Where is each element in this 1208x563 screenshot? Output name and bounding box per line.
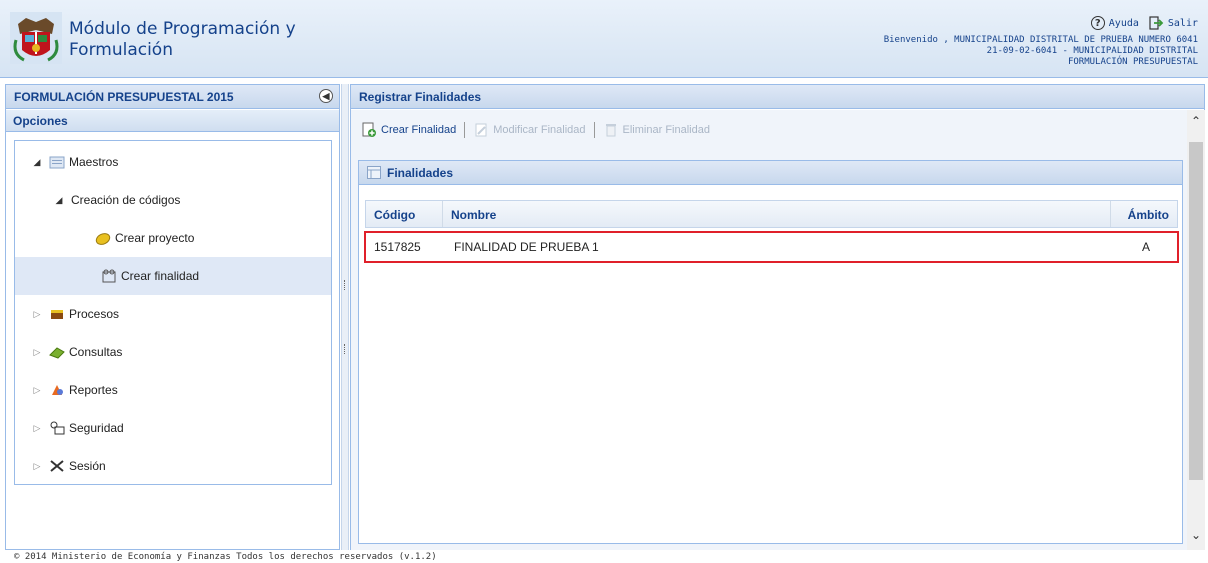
tree-label-sesion: Sesión [69,459,106,473]
help-icon: ? [1090,16,1105,30]
vertical-scrollbar[interactable]: ⌃ ⌄ [1187,110,1205,550]
sesion-tools-icon [50,460,64,472]
panel-splitter[interactable] [341,84,349,550]
tree-label-reportes: Reportes [69,383,118,397]
trash-icon [605,124,616,137]
exit-link[interactable]: Salir [1149,16,1198,30]
stage-text: FORMULACIÓN PRESUPUESTAL [1067,57,1198,67]
main-panel: Registrar Finalidades Crear Finalidad Mo… [350,84,1205,550]
toolbar-separator [593,122,595,138]
navigation-panel-title: FORMULACIÓN PRESUPUESTAL 2015 [14,90,234,104]
exit-label: Salir [1167,17,1198,29]
navigation-panel-header: FORMULACIÓN PRESUPUESTAL 2015 ◀ [6,85,339,109]
main-content: Crear Finalidad Modificar Finalidad Elim… [351,110,1187,550]
grid-icon [367,166,381,179]
collapsed-arrow-icon[interactable]: ▷ [31,309,43,320]
table-row[interactable]: 1517825 FINALIDAD DE PRUEBA 1 A [364,231,1179,263]
column-header-nombre[interactable]: Nombre [443,201,1111,227]
exit-icon [1149,16,1164,30]
cell-nombre: FINALIDAD DE PRUEBA 1 [454,240,599,254]
toolbar: Crear Finalidad Modificar Finalidad Elim… [357,116,1182,144]
expanded-arrow-icon[interactable]: ◢ [31,157,43,168]
finalidades-grid: Finalidades Código Nombre Ámbito 1517825… [358,160,1183,544]
entity-text: 21-09-02-6041 - MUNICIPALIDAD DISTRITAL [986,46,1198,56]
tree-label-consultas: Consultas [69,345,123,359]
grid-title: Finalidades [387,165,454,180]
scrollbar-thumb[interactable] [1189,142,1203,480]
scroll-down-icon[interactable]: ⌄ [1187,528,1205,542]
options-tree: ◢ Maestros ◢ Creación de códigos Crear p… [14,140,332,485]
procesos-icon [51,310,63,319]
tree-label-crear-proyecto: Crear proyecto [115,231,195,245]
collapsed-arrow-icon[interactable]: ▷ [31,423,43,434]
delete-finalidad-label: Eliminar Finalidad [622,124,710,136]
collapsed-arrow-icon[interactable]: ▷ [31,461,43,472]
welcome-text: Bienvenido , MUNICIPALIDAD DISTRITAL DE … [883,35,1198,45]
help-link[interactable]: ? Ayuda [1090,16,1139,30]
tree-label-crear-finalidad: Crear finalidad [121,269,200,283]
splitter-grip [344,280,347,290]
tree-item-crear-proyecto[interactable]: Crear proyecto [15,219,331,257]
grid-header: Finalidades [359,161,1182,185]
modify-finalidad-button[interactable]: Modificar Finalidad [473,122,586,138]
tree-label-seguridad: Seguridad [69,421,124,435]
grid-column-headers: Código Nombre Ámbito [365,200,1178,228]
column-header-codigo[interactable]: Código [366,201,443,227]
top-links: ? Ayuda Salir [1090,16,1198,30]
tree-item-reportes[interactable]: ▷ Reportes [15,371,331,409]
app-header: Módulo de Programación y Formulación ? A… [0,0,1208,78]
splitter-grip [344,344,347,354]
main-panel-title: Registrar Finalidades [351,85,1204,109]
cell-codigo: 1517825 [374,240,421,254]
tree-item-maestros[interactable]: ◢ Maestros [15,143,331,181]
edit-document-icon [475,123,487,137]
consultas-icon [49,347,65,359]
cell-ambito: A [1141,240,1150,254]
expanded-arrow-icon[interactable]: ◢ [53,195,65,206]
tree-item-consultas[interactable]: ▷ Consultas [15,333,331,371]
reportes-icon [52,385,63,395]
tree-item-creacion-codigos[interactable]: ◢ Creación de códigos [15,181,331,219]
add-document-icon [362,122,376,137]
scroll-up-icon[interactable]: ⌃ [1187,114,1205,128]
finalidad-icon [102,269,116,283]
tree-item-sesion[interactable]: ▷ Sesión [15,447,331,485]
toolbar-separator [464,122,466,138]
project-icon [95,233,111,245]
collapsed-arrow-icon[interactable]: ▷ [31,385,43,396]
create-finalidad-label: Crear Finalidad [381,124,457,136]
modify-finalidad-label: Modificar Finalidad [493,124,586,136]
app-title: Módulo de Programación y Formulación [69,19,296,60]
peru-coat-of-arms-logo [10,12,62,64]
tree-item-crear-finalidad[interactable]: Crear finalidad [15,257,331,295]
navigation-panel: FORMULACIÓN PRESUPUESTAL 2015 ◀ Opciones… [5,84,340,550]
options-header: Opciones [6,110,339,132]
collapsed-arrow-icon[interactable]: ▷ [31,347,43,358]
collapse-left-icon[interactable]: ◀ [319,89,333,103]
folder-icon [49,156,65,169]
create-finalidad-button[interactable]: Crear Finalidad [361,122,456,138]
tree-item-seguridad[interactable]: ▷ Seguridad [15,409,331,447]
tree-item-procesos[interactable]: ▷ Procesos [15,295,331,333]
user-info: Bienvenido , MUNICIPALIDAD DISTRITAL DE … [884,35,1198,68]
tree-label-procesos: Procesos [69,307,120,321]
delete-finalidad-button[interactable]: Eliminar Finalidad [603,122,710,138]
tree-label-maestros: Maestros [69,155,119,169]
column-header-ambito[interactable]: Ámbito [1111,201,1177,227]
help-label: Ayuda [1108,17,1139,29]
tree-label-creacion-codigos: Creación de códigos [71,193,181,207]
footer-copyright: © 2014 Ministerio de Economía y Finanzas… [14,552,437,562]
seguridad-icon [50,421,65,435]
